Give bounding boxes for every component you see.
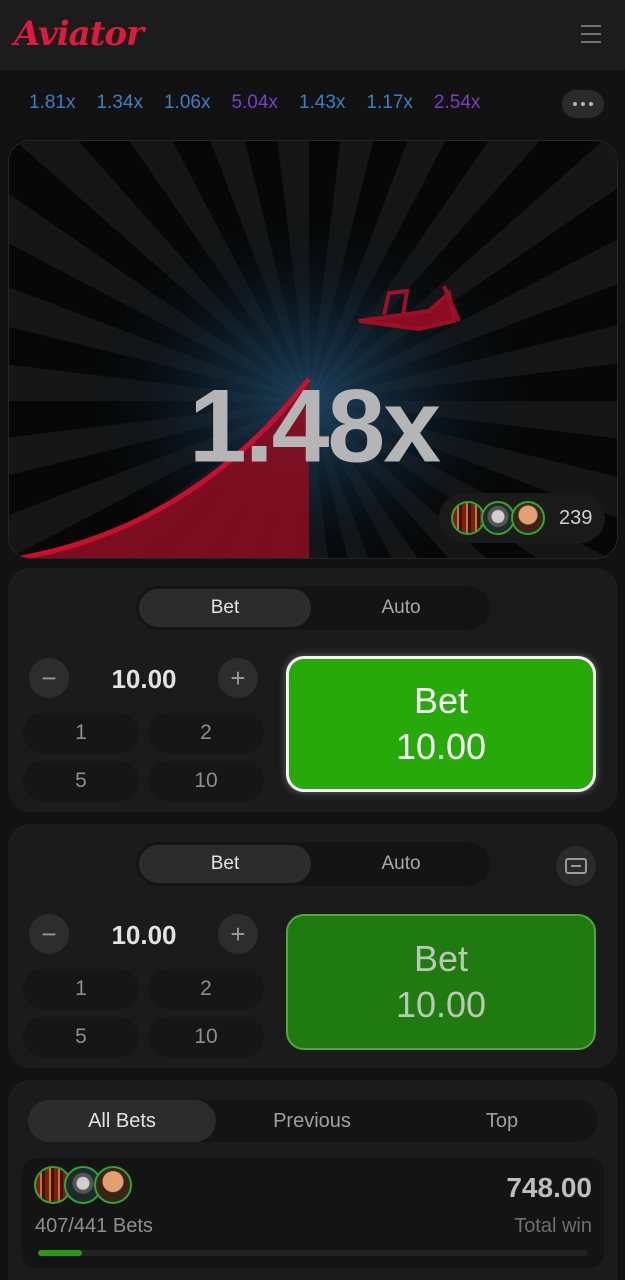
bet-panel-1: Bet Auto − 10.00 + 1 2 5 10 Bet 10.00 bbox=[8, 568, 618, 812]
history-multiplier: 1.06x bbox=[163, 92, 211, 113]
tab-previous[interactable]: Previous bbox=[218, 1100, 406, 1142]
bet-panel-2: Bet Auto − 10.00 + 1 2 5 10 Bet 10.00 bbox=[8, 824, 618, 1068]
bet-amount[interactable]: 10.00 bbox=[74, 664, 214, 695]
avatar bbox=[94, 1166, 132, 1204]
quick-amount-button[interactable]: 2 bbox=[148, 969, 264, 1009]
quick-amount-button[interactable]: 10 bbox=[148, 761, 264, 801]
avatar bbox=[481, 501, 515, 535]
tab-auto[interactable]: Auto bbox=[315, 589, 487, 627]
bet-button[interactable]: Bet 10.00 bbox=[286, 656, 596, 792]
minus-square-icon bbox=[565, 858, 587, 874]
multiplier-history: 1.81x 1.34x 1.06x 5.04x 1.43x 1.17x 2.54… bbox=[0, 70, 625, 136]
quick-amount-button[interactable]: 5 bbox=[23, 1017, 139, 1057]
quick-amount-button[interactable]: 1 bbox=[23, 969, 139, 1009]
remove-panel-button[interactable] bbox=[556, 846, 596, 886]
quick-amount-button[interactable]: 2 bbox=[148, 713, 264, 753]
tab-auto[interactable]: Auto bbox=[315, 845, 487, 883]
tab-top[interactable]: Top bbox=[408, 1100, 596, 1142]
aviator-logo: Aviator bbox=[14, 14, 144, 54]
menu-icon[interactable] bbox=[581, 25, 601, 43]
history-multiplier: 2.54x bbox=[433, 92, 481, 113]
bets-count: 407/441 Bets bbox=[35, 1215, 153, 1238]
increase-button[interactable]: + bbox=[218, 658, 258, 698]
quick-amount-button[interactable]: 1 bbox=[23, 713, 139, 753]
history-multiplier: 1.81x bbox=[29, 92, 76, 113]
bet-button[interactable]: Bet 10.00 bbox=[286, 914, 596, 1050]
increase-button[interactable]: + bbox=[218, 914, 258, 954]
players-count: 239 bbox=[559, 506, 593, 529]
game-canvas: 1.48x 239 bbox=[8, 140, 618, 559]
bets-progress-bar bbox=[38, 1250, 588, 1256]
bets-panel: All Bets Previous Top 407/441 Bets 748.0… bbox=[8, 1080, 618, 1280]
bets-tabs: All Bets Previous Top bbox=[28, 1100, 598, 1142]
bet-button-amount: 10.00 bbox=[395, 726, 487, 767]
bet-amount[interactable]: 10.00 bbox=[74, 920, 214, 951]
players-online: 239 bbox=[439, 493, 605, 543]
bet-mode-tabs: Bet Auto bbox=[136, 842, 490, 886]
bets-count-value: 407/441 bbox=[35, 1215, 108, 1237]
header: Aviator bbox=[0, 0, 625, 70]
tab-bet[interactable]: Bet bbox=[139, 589, 311, 627]
bet-mode-tabs: Bet Auto bbox=[136, 586, 490, 630]
history-multiplier: 1.43x bbox=[298, 92, 346, 113]
tab-all-bets[interactable]: All Bets bbox=[28, 1100, 216, 1142]
history-multiplier: 1.34x bbox=[96, 92, 143, 113]
avatar bbox=[451, 501, 485, 535]
amount-stepper: − 10.00 + bbox=[28, 912, 260, 956]
bets-count-suffix: Bets bbox=[112, 1215, 153, 1237]
bets-summary: 407/441 Bets 748.00 Total win bbox=[22, 1158, 604, 1268]
quick-amount-button[interactable]: 5 bbox=[23, 761, 139, 801]
current-multiplier: 1.48x bbox=[188, 368, 441, 485]
bets-progress-fill bbox=[38, 1250, 82, 1256]
avatar bbox=[511, 501, 545, 535]
avatar-group bbox=[34, 1166, 132, 1204]
amount-stepper: − 10.00 + bbox=[28, 656, 260, 700]
history-multiplier: 5.04x bbox=[231, 92, 278, 113]
decrease-button[interactable]: − bbox=[29, 914, 69, 954]
quick-amount-button[interactable]: 10 bbox=[148, 1017, 264, 1057]
total-win-amount: 748.00 bbox=[506, 1172, 592, 1203]
bet-button-amount: 10.00 bbox=[395, 984, 487, 1025]
bet-button-label: Bet bbox=[413, 680, 469, 721]
total-win-label: Total win bbox=[514, 1215, 592, 1237]
history-multiplier: 1.17x bbox=[366, 92, 413, 113]
more-dots-icon[interactable] bbox=[562, 90, 604, 118]
decrease-button[interactable]: − bbox=[29, 658, 69, 698]
bet-button-label: Bet bbox=[413, 938, 469, 979]
tab-bet[interactable]: Bet bbox=[139, 845, 311, 883]
